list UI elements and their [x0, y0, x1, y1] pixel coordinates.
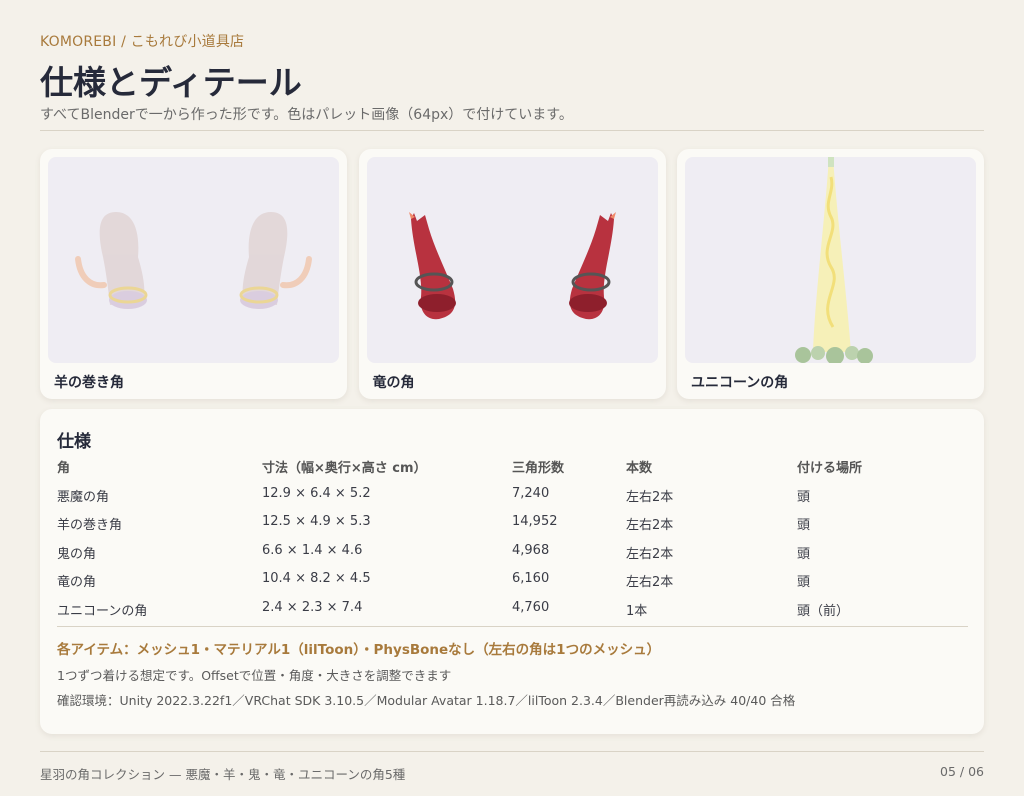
table-cell: 竜の角 — [57, 575, 97, 590]
table-cell: 14,952 — [512, 514, 558, 529]
card-ram-horns: 羊の巻き角 — [40, 149, 347, 399]
table-header-cell: 寸法（幅×奥行×高さ cm） — [262, 461, 427, 476]
table-cell: 鬼の角 — [57, 546, 97, 562]
spec-note-main: 各アイテム：メッシュ1・マテリアル1（lilToon）・PhysBoneなし（左… — [57, 642, 661, 658]
table-header-cell: 三角形数 — [512, 461, 565, 476]
page-subtitle: すべてBlenderで一から作った形です。色はパレット画像（64px）で付けてい… — [40, 107, 573, 123]
table-cell: 左右2本 — [626, 518, 674, 533]
table-cell: 左右2本 — [626, 489, 674, 505]
table-cell: 頭 — [797, 518, 811, 533]
table-row: 悪魔の角 12.9 × 6.4 × 5.2 7,240 左右2本 頭 — [57, 484, 968, 513]
dragon-horns-render — [408, 212, 616, 320]
brand-label: KOMOREBI / こもれび小道具店 — [40, 34, 245, 50]
card-unicorn-horn: ユニコーンの角 — [677, 149, 984, 399]
table-cell: 羊の巻き角 — [57, 518, 123, 533]
table-cell: 10.4 × 8.2 × 4.5 — [262, 571, 371, 586]
table-cell: 2.4 × 2.3 × 7.4 — [262, 599, 363, 615]
table-cell: 悪魔の角 — [57, 489, 110, 505]
horn-cards: 羊の巻き角 竜の角 ユニコーンの角 — [40, 149, 984, 399]
card-label: 羊の巻き角 — [54, 375, 124, 391]
table-header-row: 角 寸法（幅×奥行×高さ cm） 三角形数 本数 付ける場所 — [57, 455, 968, 484]
page-title: 仕様とディテール — [40, 63, 302, 102]
header-divider — [40, 130, 984, 131]
spec-table: 角 寸法（幅×奥行×高さ cm） 三角形数 本数 付ける場所 悪魔の角 12.9… — [57, 455, 968, 626]
table-cell: 4,760 — [512, 599, 550, 615]
table-cell: 1本 — [626, 603, 648, 619]
footer-divider — [40, 751, 984, 752]
footer-collection-title: 星羽の角コレクション — 悪魔・羊・鬼・竜・ユニコーンの角5種 — [40, 767, 406, 782]
table-cell: 頭 — [797, 546, 811, 562]
spec-panel: 仕様 角 寸法（幅×奥行×高さ cm） 三角形数 本数 付ける場所 悪魔の角 1… — [40, 409, 984, 734]
table-cell: 12.5 × 4.9 × 5.3 — [262, 514, 371, 529]
table-cell: 頭 — [797, 489, 811, 505]
unicorn-horn-render — [795, 157, 873, 363]
spec-divider — [57, 626, 968, 627]
table-cell: 6.6 × 1.4 × 4.6 — [262, 542, 363, 558]
table-cell: ユニコーンの角 — [57, 603, 148, 619]
table-cell: 頭 — [797, 575, 811, 590]
table-cell: 頭（前） — [797, 603, 850, 619]
ram-horns-image — [48, 157, 339, 363]
ram-horns-render — [75, 212, 312, 309]
spec-note-environment: 確認環境：Unity 2022.3.22f1／VRChat SDK 3.10.5… — [57, 693, 796, 708]
spec-note-usage: 1つずつ着ける想定です。Offsetで位置・角度・大きさを調整できます — [57, 668, 452, 683]
table-cell: 左右2本 — [626, 546, 674, 562]
dragon-horns-image — [366, 157, 658, 363]
spec-title: 仕様 — [57, 432, 91, 452]
unicorn-horn-image — [685, 157, 976, 363]
table-row: 羊の巻き角 12.5 × 4.9 × 5.3 14,952 左右2本 頭 — [57, 512, 968, 541]
card-label: ユニコーンの角 — [691, 375, 789, 391]
card-label: 竜の角 — [372, 375, 415, 391]
card-dragon-horns: 竜の角 — [358, 149, 666, 399]
table-row: 鬼の角 6.6 × 1.4 × 4.6 4,968 左右2本 頭 — [57, 541, 968, 570]
table-header-cell: 角 — [57, 461, 71, 476]
table-cell: 7,240 — [512, 485, 550, 501]
table-row: 竜の角 10.4 × 8.2 × 4.5 6,160 左右2本 頭 — [57, 569, 968, 598]
table-cell: 6,160 — [512, 571, 550, 586]
table-header-cell: 本数 — [626, 461, 653, 476]
page-number: 05 / 06 — [940, 764, 984, 779]
table-cell: 4,968 — [512, 542, 550, 558]
table-row: ユニコーンの角 2.4 × 2.3 × 7.4 4,760 1本 頭（前） — [57, 598, 968, 627]
table-cell: 左右2本 — [626, 575, 674, 590]
table-cell: 12.9 × 6.4 × 5.2 — [262, 485, 371, 501]
table-header-cell: 付ける場所 — [797, 461, 863, 476]
